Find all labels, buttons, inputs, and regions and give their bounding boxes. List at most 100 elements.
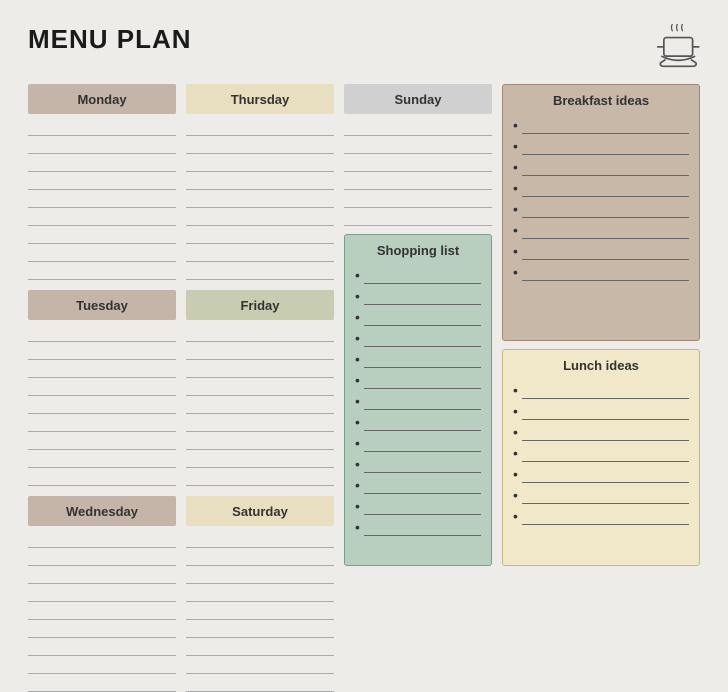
thursday-section: Thursday <box>186 84 334 280</box>
breakfast-item[interactable]: • <box>513 177 689 197</box>
item-line <box>364 432 481 452</box>
item-line <box>522 177 689 197</box>
line <box>186 378 334 396</box>
line <box>344 190 492 208</box>
bullet-dot: • <box>513 139 518 155</box>
lunch-item[interactable]: • <box>513 463 689 483</box>
bullet-dot: • <box>513 265 518 281</box>
shopping-list-items: • • • • • • • • • • • • • <box>355 264 481 536</box>
breakfast-item[interactable]: • <box>513 240 689 260</box>
friday-section: Friday <box>186 290 334 486</box>
shopping-item[interactable]: • <box>355 285 481 305</box>
breakfast-item[interactable]: • <box>513 156 689 176</box>
monday-lines <box>28 118 176 280</box>
shopping-item[interactable]: • <box>355 516 481 536</box>
item-line <box>364 369 481 389</box>
bullet-dot: • <box>355 331 360 347</box>
saturday-section: Saturday <box>186 496 334 692</box>
breakfast-item[interactable]: • <box>513 198 689 218</box>
shopping-item[interactable]: • <box>355 306 481 326</box>
friday-lines <box>186 324 334 486</box>
breakfast-items: • • • • • • • • <box>513 114 689 281</box>
monday-section: Monday <box>28 84 176 280</box>
item-line <box>522 198 689 218</box>
line <box>344 154 492 172</box>
thursday-lines <box>186 118 334 280</box>
lunch-panel: Lunch ideas • • • • • • • <box>502 349 700 566</box>
line <box>186 244 334 262</box>
shopping-item[interactable]: • <box>355 495 481 515</box>
line <box>28 468 176 486</box>
thursday-header: Thursday <box>186 84 334 114</box>
bullet-dot: • <box>513 160 518 176</box>
tuesday-section: Tuesday <box>28 290 176 486</box>
line <box>186 530 334 548</box>
tuesday-lines <box>28 324 176 486</box>
shopping-item[interactable]: • <box>355 474 481 494</box>
item-line <box>364 327 481 347</box>
shopping-item[interactable]: • <box>355 369 481 389</box>
item-line <box>522 505 689 525</box>
wednesday-header: Wednesday <box>28 496 176 526</box>
line <box>28 378 176 396</box>
item-line <box>364 453 481 473</box>
line <box>28 324 176 342</box>
line <box>28 208 176 226</box>
lunch-item[interactable]: • <box>513 400 689 420</box>
main-content: Monday Tuesday <box>28 84 700 566</box>
lunch-item[interactable]: • <box>513 442 689 462</box>
line <box>186 342 334 360</box>
item-line <box>364 495 481 515</box>
line <box>186 468 334 486</box>
item-line <box>522 156 689 176</box>
line <box>344 172 492 190</box>
shopping-list-panel: Shopping list • • • • • • • • • • • • • <box>344 234 492 566</box>
line <box>344 136 492 154</box>
line <box>28 450 176 468</box>
tuesday-header: Tuesday <box>28 290 176 320</box>
item-line <box>364 306 481 326</box>
line <box>186 656 334 674</box>
line <box>186 638 334 656</box>
friday-header: Friday <box>186 290 334 320</box>
line <box>28 154 176 172</box>
line <box>28 530 176 548</box>
bullet-dot: • <box>355 457 360 473</box>
col-monday-group: Monday Tuesday <box>28 84 176 566</box>
shopping-item[interactable]: • <box>355 432 481 452</box>
item-line <box>364 285 481 305</box>
breakfast-item[interactable]: • <box>513 261 689 281</box>
header: MENU PLAN <box>28 24 700 68</box>
bullet-dot: • <box>513 223 518 239</box>
line <box>186 548 334 566</box>
line <box>28 566 176 584</box>
line <box>186 154 334 172</box>
bullet-dot: • <box>513 383 518 399</box>
shopping-item[interactable]: • <box>355 327 481 347</box>
line <box>28 674 176 692</box>
breakfast-item[interactable]: • <box>513 219 689 239</box>
line <box>186 584 334 602</box>
shopping-item[interactable]: • <box>355 411 481 431</box>
line <box>28 190 176 208</box>
bullet-dot: • <box>513 118 518 134</box>
lunch-item[interactable]: • <box>513 484 689 504</box>
shopping-item[interactable]: • <box>355 453 481 473</box>
col-thursday-group: Thursday Friday <box>186 84 334 566</box>
line <box>28 396 176 414</box>
shopping-item[interactable]: • <box>355 264 481 284</box>
line <box>186 226 334 244</box>
breakfast-item[interactable]: • <box>513 135 689 155</box>
line <box>28 656 176 674</box>
lunch-item[interactable]: • <box>513 379 689 399</box>
item-line <box>522 135 689 155</box>
shopping-list-header: Shopping list <box>355 243 481 258</box>
lunch-item[interactable]: • <box>513 505 689 525</box>
shopping-item[interactable]: • <box>355 390 481 410</box>
bullet-dot: • <box>513 181 518 197</box>
line <box>186 620 334 638</box>
lunch-item[interactable]: • <box>513 421 689 441</box>
shopping-item[interactable]: • <box>355 348 481 368</box>
breakfast-item[interactable]: • <box>513 114 689 134</box>
item-line <box>364 516 481 536</box>
